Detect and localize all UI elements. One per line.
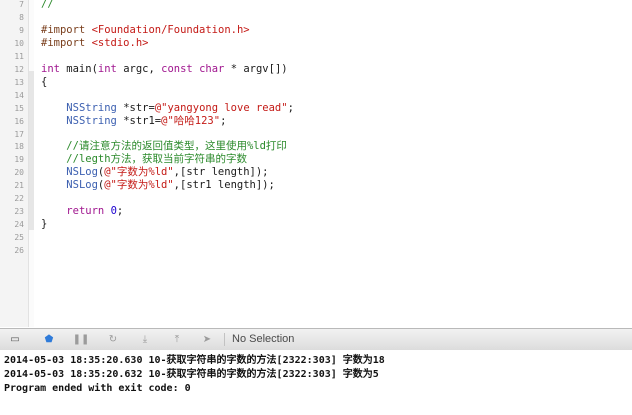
step-into-icon[interactable]: ⤓	[136, 332, 154, 347]
line-number: 11	[14, 51, 24, 61]
code-line[interactable]: int main(int argc, const char * argv[])	[41, 63, 288, 76]
code-line[interactable]: NSString *str1=@"哈哈123";	[41, 115, 226, 128]
selection-status-label: No Selection	[232, 333, 295, 345]
hide-debug-area-icon[interactable]: ▭	[6, 332, 24, 347]
code-token-keyword: int	[97, 62, 117, 75]
code-line[interactable]: #import <Foundation/Foundation.h>	[41, 24, 250, 37]
code-line[interactable]: //请注意方法的返回值类型，这里使用%ld打印	[41, 140, 287, 153]
code-token-plain: * argv[])	[224, 62, 288, 75]
code-token-keyword: return	[66, 205, 105, 218]
code-token-type: NSString	[66, 114, 117, 127]
line-number: 23	[14, 207, 24, 217]
code-token-plain: ;	[287, 101, 294, 114]
code-token-comment: //legth方法，获取当前字符串的字数	[66, 153, 248, 166]
code-line[interactable]: //	[41, 0, 54, 11]
code-token-string: @"哈哈123"	[161, 114, 221, 127]
debug-toolbar: ▭ ⬟ ❚❚ ↻ ⤓ ⤒ ➤ No Selection	[0, 328, 632, 351]
line-number: 26	[14, 246, 24, 256]
code-line[interactable]: return 0;	[41, 205, 123, 218]
code-line[interactable]: }	[41, 218, 47, 231]
line-number: 9	[19, 25, 24, 35]
code-token-plain: ,[str length]);	[173, 166, 269, 179]
code-token-plain: ;	[116, 205, 124, 218]
line-number: 21	[14, 181, 24, 191]
console-line: 2014-05-03 18:35:20.630 10-获取字符串的字数的方法[2…	[4, 355, 385, 366]
code-line[interactable]: //legth方法，获取当前字符串的字数	[41, 153, 247, 166]
console-line: 2014-05-03 18:35:20.632 10-获取字符串的字数的方法[2…	[4, 369, 379, 380]
line-number: 25	[14, 233, 24, 243]
line-number: 22	[14, 194, 24, 204]
line-number: 18	[14, 142, 24, 152]
code-token-pre: #import	[41, 23, 92, 36]
code-token-plain: argc,	[116, 62, 162, 75]
line-number: 13	[14, 77, 24, 87]
code-token-plain: ,[str1 length]);	[173, 179, 275, 192]
breakpoints-toggle-icon[interactable]: ⬟	[40, 332, 58, 347]
code-token-pre: #import	[41, 36, 92, 49]
line-number: 17	[14, 129, 24, 139]
code-token-comment: //	[41, 0, 54, 10]
function-scope-highlight	[29, 71, 34, 230]
code-token-string: @"字数为%ld"	[104, 166, 174, 179]
code-editor[interactable]: 7 8 9 10 11 12 13 14 15 16 17 18 19 20 21 22 23 24 25 26 //…	[0, 0, 632, 327]
code-line[interactable]: {	[41, 76, 47, 89]
code-token-keyword: char	[199, 62, 225, 75]
code-token-string: @"yangyong love read"	[154, 101, 288, 114]
code-token-plain: *str1=	[116, 114, 162, 127]
code-token-plain: ;	[220, 114, 227, 127]
code-token-keyword: int	[41, 62, 60, 75]
console-output[interactable]: 2014-05-03 18:35:20.630 10-获取字符串的字数的方法[2…	[0, 350, 632, 415]
code-token-plain: *str=	[116, 101, 155, 114]
line-number: 14	[14, 90, 24, 100]
code-token-plain: {	[41, 75, 48, 88]
code-line[interactable]: NSString *str=@"yangyong love read";	[41, 102, 294, 115]
code-line[interactable]: NSLog(@"字数为%ld",[str length]);	[41, 166, 269, 179]
line-number: 10	[14, 38, 24, 48]
toolbar-divider	[224, 333, 225, 346]
line-number: 24	[14, 220, 24, 230]
line-number: 15	[14, 103, 24, 113]
code-token-plain: main(	[59, 62, 98, 75]
code-token-type: NSLog	[66, 166, 98, 179]
pause-icon[interactable]: ❚❚	[72, 332, 90, 347]
code-line[interactable]: NSLog(@"字数为%ld",[str1 length]);	[41, 179, 275, 192]
code-token-type: NSString	[66, 101, 117, 114]
step-out-icon[interactable]: ⤒	[168, 332, 186, 347]
code-token-string: <stdio.h>	[91, 36, 149, 49]
console-line: Program ended with exit code: 0	[4, 383, 191, 394]
line-number: 19	[14, 155, 24, 165]
location-icon[interactable]: ➤	[198, 332, 216, 347]
code-token-string: @"字数为%ld"	[104, 179, 174, 192]
continue-icon[interactable]: ↻	[104, 332, 122, 347]
line-number: 20	[14, 168, 24, 178]
code-token-string: <Foundation/Foundation.h>	[91, 23, 250, 36]
line-number: 12	[14, 64, 24, 74]
line-number: 7	[19, 0, 24, 9]
code-token-comment: //请注意方法的返回值类型，这里使用%ld打印	[66, 140, 287, 153]
code-token-plain: }	[41, 218, 48, 231]
code-token-keyword: const	[161, 62, 193, 75]
line-number-gutter[interactable]: 7 8 9 10 11 12 13 14 15 16 17 18 19 20 21 22 23 24 25 26	[0, 0, 29, 327]
code-token-type: NSLog	[66, 179, 98, 192]
code-line[interactable]: #import <stdio.h>	[41, 37, 148, 50]
line-number: 16	[14, 116, 24, 126]
line-number: 8	[19, 12, 24, 22]
